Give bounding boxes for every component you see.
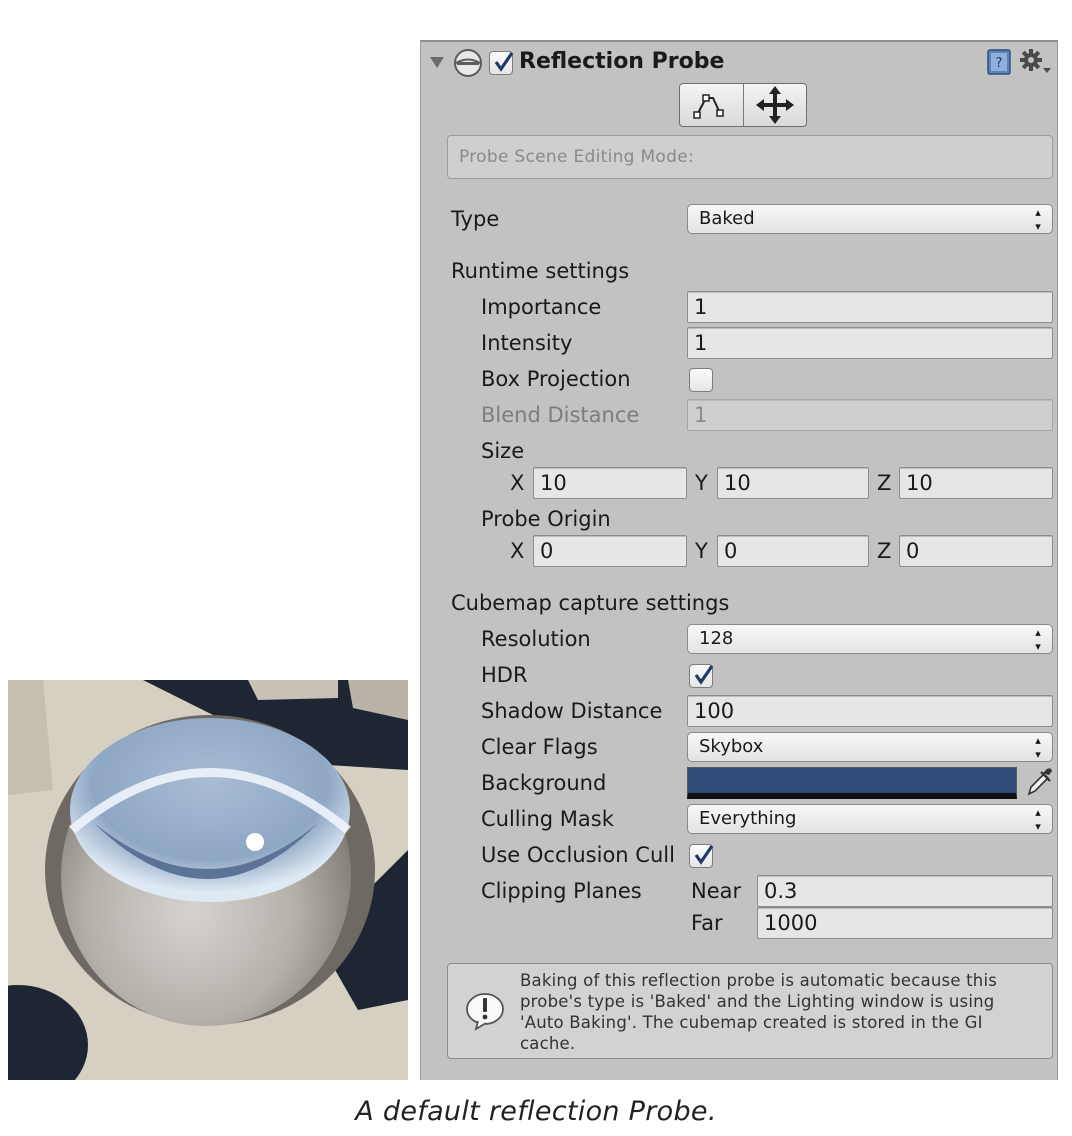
dropdown-arrows-icon: ▴ ▾ (1035, 206, 1041, 233)
occlusion-label: Use Occlusion Cull (481, 843, 675, 867)
clear-flags-dropdown[interactable]: Skybox ▴ ▾ (687, 732, 1053, 762)
size-z-label: Z (877, 471, 892, 495)
culling-mask-label: Culling Mask (481, 807, 614, 831)
origin-y-field[interactable]: 0 (717, 535, 869, 567)
importance-label: Importance (481, 295, 602, 319)
runtime-settings-header: Runtime settings (451, 259, 630, 283)
shadow-distance-field[interactable]: 100 (687, 695, 1053, 727)
near-label: Near (691, 879, 742, 903)
size-x-field[interactable]: 10 (533, 467, 687, 499)
move-origin-icon[interactable] (744, 84, 806, 126)
blend-distance-label: Blend Distance (481, 403, 640, 427)
scene-preview (8, 680, 408, 1080)
resolution-dropdown[interactable]: 128 ▴ ▾ (687, 624, 1053, 654)
clear-flags-label: Clear Flags (481, 735, 598, 759)
component-enabled-checkbox[interactable] (489, 51, 514, 75)
dropdown-arrows-icon: ▴ ▾ (1035, 806, 1041, 833)
size-label: Size (481, 439, 525, 463)
origin-y-label: Y (695, 539, 708, 563)
hdr-label: HDR (481, 663, 528, 687)
blend-distance-field: 1 (687, 399, 1053, 431)
auto-baking-help-box: Baking of this reflection probe is autom… (447, 963, 1053, 1059)
help-text: Baking of this reflection probe is autom… (520, 971, 998, 1053)
component-title: Reflection Probe (519, 49, 725, 74)
background-label: Background (481, 771, 607, 795)
background-color-swatch[interactable] (687, 767, 1017, 799)
probe-scene-editing-mode: Probe Scene Editing Mode: (447, 135, 1053, 179)
info-speech-icon (464, 992, 508, 1036)
near-field[interactable]: 0.3 (757, 875, 1053, 907)
origin-z-label: Z (877, 539, 892, 563)
box-projection-checkbox[interactable] (689, 368, 713, 392)
help-book-icon[interactable]: ? (986, 48, 1012, 80)
eyedropper-icon[interactable] (1025, 767, 1053, 801)
gear-icon[interactable] (1019, 48, 1053, 80)
size-z-field[interactable]: 10 (899, 467, 1053, 499)
size-y-label: Y (695, 471, 708, 495)
clear-flags-value: Skybox (699, 736, 764, 757)
cubemap-settings-header: Cubemap capture settings (451, 591, 730, 615)
resolution-value: 128 (699, 628, 734, 649)
importance-field[interactable]: 1 (687, 291, 1053, 323)
occlusion-checkbox[interactable] (689, 844, 714, 868)
type-dropdown[interactable]: Baked ▴ ▾ (687, 204, 1053, 234)
intensity-field[interactable]: 1 (687, 327, 1053, 359)
resolution-label: Resolution (481, 627, 591, 651)
scene-edit-toolbar (679, 83, 807, 127)
figure-caption: A default reflection Probe. (355, 1096, 717, 1127)
culling-mask-value: Everything (699, 808, 797, 829)
foldout-arrow-icon[interactable] (429, 54, 445, 73)
culling-mask-dropdown[interactable]: Everything ▴ ▾ (687, 804, 1053, 834)
box-projection-label: Box Projection (481, 367, 631, 391)
origin-x-field[interactable]: 0 (533, 535, 687, 567)
origin-x-label: X (510, 539, 525, 563)
size-x-label: X (510, 471, 525, 495)
dropdown-arrows-icon: ▴ ▾ (1035, 626, 1041, 653)
probe-origin-label: Probe Origin (481, 507, 611, 531)
probe-sphere-icon (453, 48, 483, 82)
type-value: Baked (699, 208, 755, 229)
type-label: Type (451, 207, 500, 231)
hdr-checkbox[interactable] (689, 664, 714, 688)
size-y-field[interactable]: 10 (717, 467, 869, 499)
edit-bounds-icon[interactable] (680, 84, 744, 126)
origin-z-field[interactable]: 0 (899, 535, 1053, 567)
reflective-sphere-render (8, 680, 408, 1080)
intensity-label: Intensity (481, 331, 573, 355)
dropdown-arrows-icon: ▴ ▾ (1035, 734, 1041, 761)
shadow-distance-label: Shadow Distance (481, 699, 663, 723)
clipping-planes-label: Clipping Planes (481, 879, 642, 903)
inspector-panel: Reflection Probe ? Probe Scene Editing M… (420, 40, 1058, 1080)
svg-text:?: ? (996, 56, 1003, 71)
far-label: Far (691, 911, 723, 935)
far-field[interactable]: 1000 (757, 907, 1053, 939)
